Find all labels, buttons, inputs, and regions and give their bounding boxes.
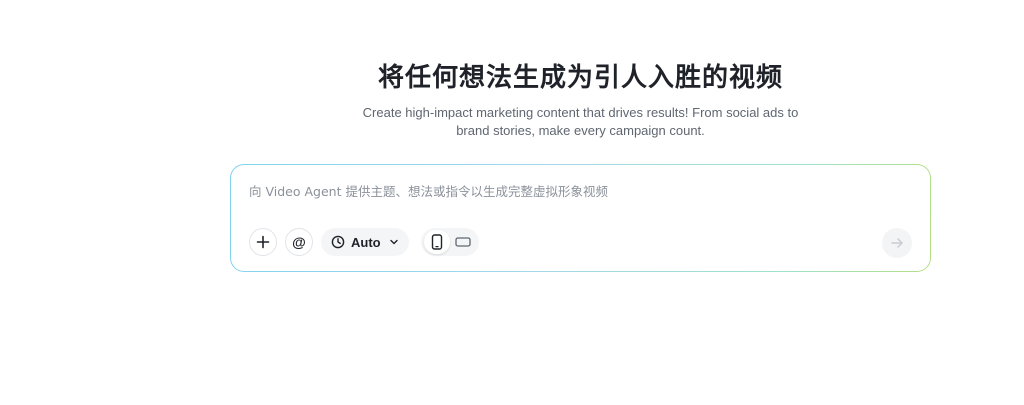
at-icon: @ bbox=[292, 234, 306, 250]
aspect-portrait-button[interactable] bbox=[423, 230, 450, 254]
send-button[interactable] bbox=[882, 228, 912, 258]
page-subtitle: Create high-impact marketing content tha… bbox=[362, 105, 799, 138]
prompt-box: @ Auto bbox=[230, 164, 931, 272]
video-agent-page: 将任何想法生成为引人入胜的视频 Create high-impact marke… bbox=[0, 0, 1024, 405]
clock-icon bbox=[331, 235, 345, 249]
page-title: 将任何想法生成为引人入胜的视频 bbox=[377, 63, 783, 93]
aspect-ratio-toggle bbox=[420, 228, 479, 256]
add-button[interactable] bbox=[249, 228, 277, 256]
arrow-right-icon bbox=[891, 238, 903, 248]
aspect-landscape-button[interactable] bbox=[450, 230, 476, 254]
prompt-input[interactable] bbox=[249, 181, 889, 201]
mention-button[interactable]: @ bbox=[285, 228, 313, 256]
prompt-box-inner: @ Auto bbox=[231, 165, 930, 271]
chevron-down-icon bbox=[389, 239, 398, 245]
duration-select[interactable]: Auto bbox=[321, 228, 409, 256]
portrait-phone-icon bbox=[431, 234, 442, 250]
duration-label: Auto bbox=[351, 234, 381, 250]
prompt-toolbar: @ Auto bbox=[249, 227, 479, 257]
plus-icon bbox=[256, 235, 270, 249]
hero-section: 将任何想法生成为引人入胜的视频 Create high-impact marke… bbox=[230, 58, 931, 140]
landscape-screen-icon bbox=[454, 237, 471, 247]
